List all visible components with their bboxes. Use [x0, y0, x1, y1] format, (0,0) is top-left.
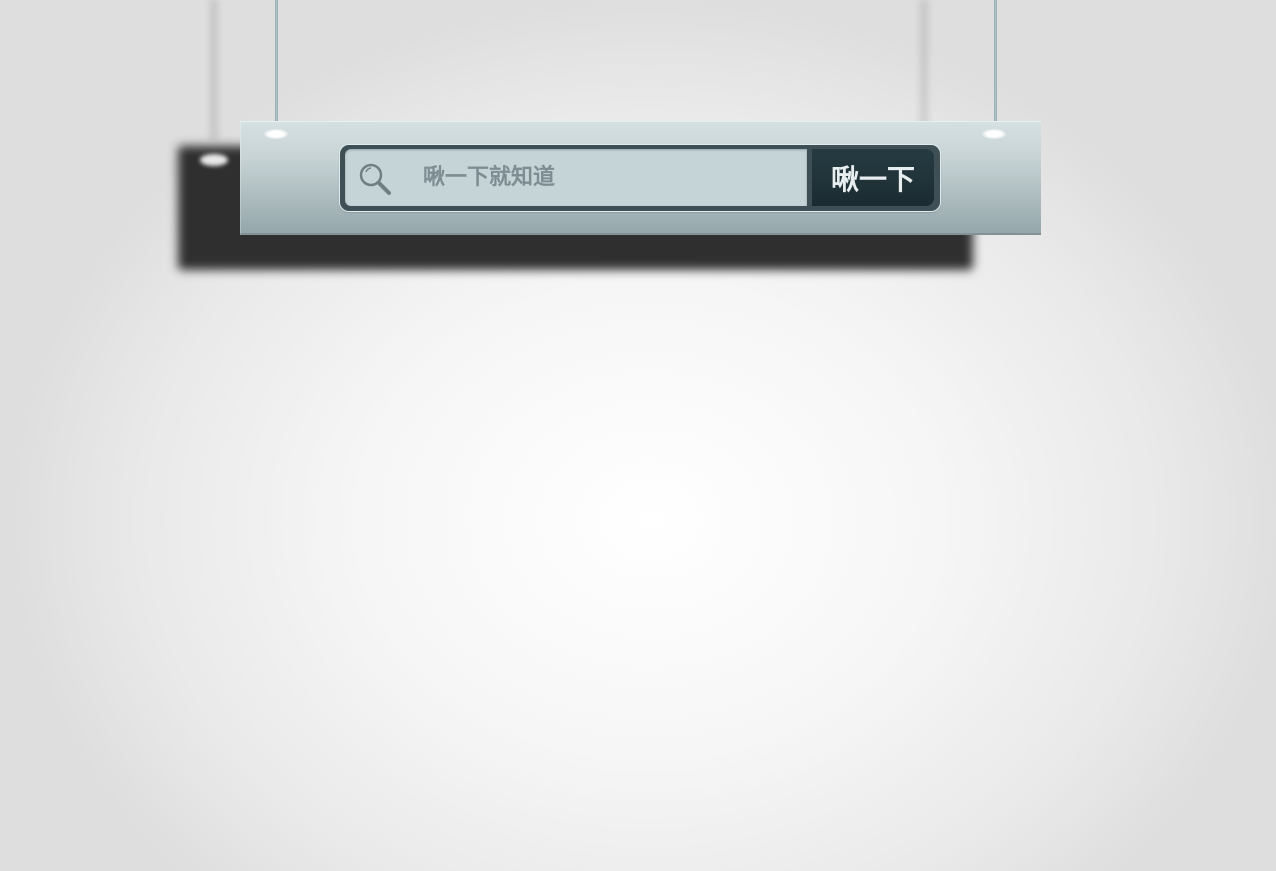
search-form: 啾一下 [340, 145, 940, 211]
search-icon [357, 161, 393, 197]
board-hole-right [982, 129, 1006, 139]
search-field [345, 149, 807, 206]
shadow-hole [200, 154, 228, 166]
search-input[interactable] [423, 149, 793, 206]
board-hole-left [264, 129, 288, 139]
search-button[interactable]: 啾一下 [812, 149, 934, 206]
hanging-cord-right [994, 0, 997, 130]
cord-shadow-left [206, 0, 222, 140]
search-sign-board: 啾一下 [240, 121, 1041, 235]
hanging-cord-left [275, 0, 278, 130]
cord-shadow-right [916, 0, 932, 140]
